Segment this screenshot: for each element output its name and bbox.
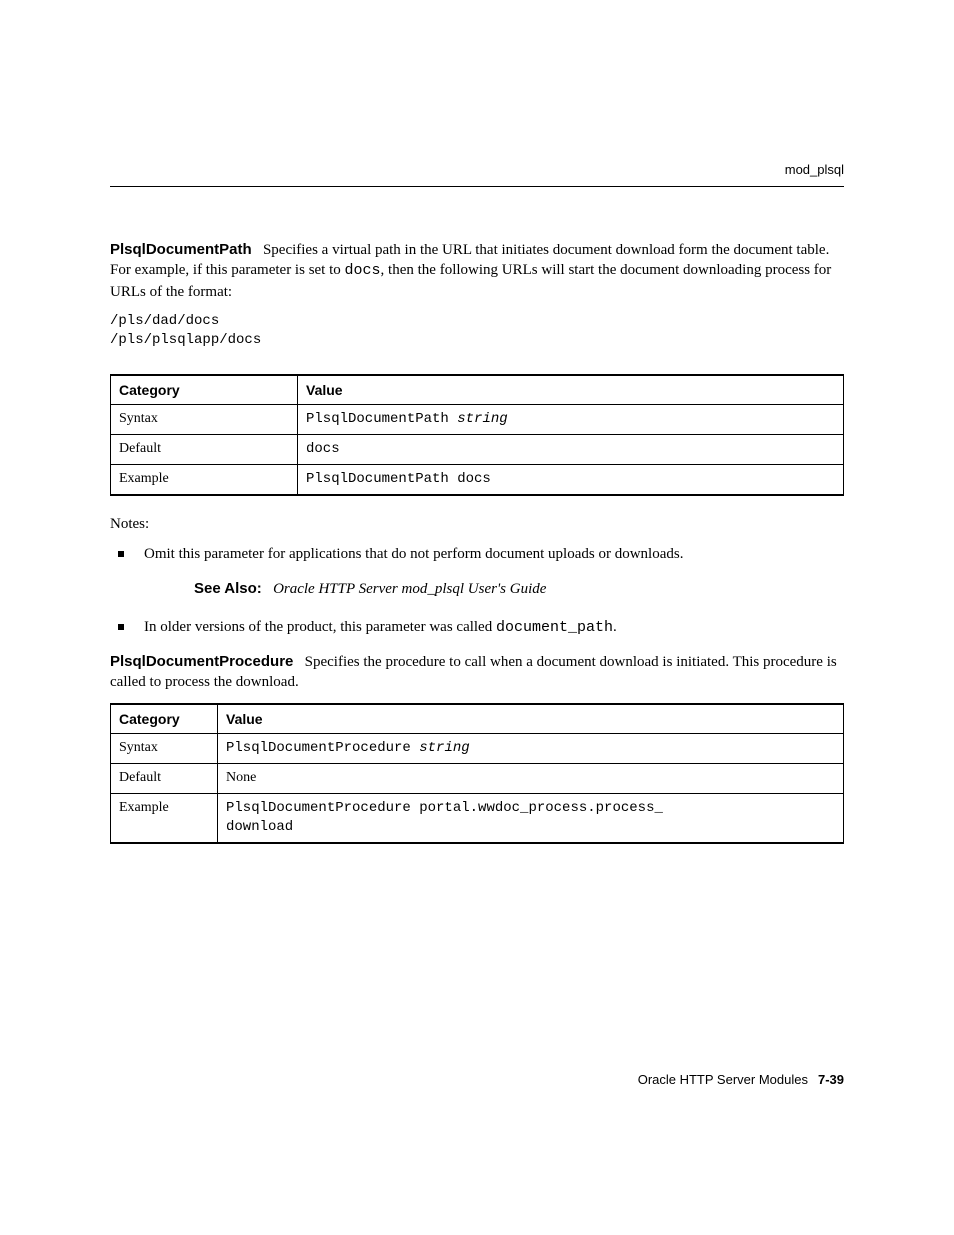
cell-value: None: [218, 764, 844, 794]
header-rule: [110, 186, 844, 187]
cell-category: Example: [111, 465, 298, 495]
section1-intro: PlsqlDocumentPath Specifies a virtual pa…: [110, 240, 844, 302]
table-row: Default docs: [111, 435, 844, 465]
cell-value-italic: string: [457, 411, 507, 427]
table-row: Example PlsqlDocumentPath docs: [111, 465, 844, 495]
cell-value: PlsqlDocumentProcedure portal.wwdoc_proc…: [218, 794, 844, 843]
cell-value-mono: PlsqlDocumentProcedure: [226, 740, 419, 756]
see-also: See Also: Oracle HTTP Server mod_plsql U…: [194, 579, 844, 599]
table-row: Default None: [111, 764, 844, 794]
cell-category: Syntax: [111, 734, 218, 764]
table-row: Syntax PlsqlDocumentPath string: [111, 405, 844, 435]
bullet1-text: Omit this parameter for applications tha…: [144, 546, 683, 562]
cell-value: PlsqlDocumentPath string: [298, 405, 844, 435]
cell-category: Default: [111, 435, 298, 465]
section2-table: Category Value Syntax PlsqlDocumentProce…: [110, 703, 844, 844]
table-header-category: Category: [111, 375, 298, 405]
table-header-value: Value: [218, 704, 844, 734]
section1-heading: PlsqlDocumentPath: [110, 241, 252, 258]
page-number: 7-39: [818, 1072, 844, 1087]
bullet2-mono: document_path: [496, 619, 613, 636]
cell-value-mono: PlsqlDocumentPath docs: [306, 471, 491, 487]
cell-value-mono: PlsqlDocumentProcedure portal.wwdoc_proc…: [226, 800, 663, 835]
section1-intro-mono: docs: [345, 262, 381, 279]
footer-text: Oracle HTTP Server Modules: [638, 1072, 808, 1087]
cell-category: Syntax: [111, 405, 298, 435]
cell-value: docs: [298, 435, 844, 465]
table-header-value: Value: [298, 375, 844, 405]
cell-value-mono: docs: [306, 441, 340, 457]
section2-heading: PlsqlDocumentProcedure: [110, 653, 293, 670]
section2-intro: PlsqlDocumentProcedure Specifies the pro…: [110, 652, 844, 693]
table-row: Syntax PlsqlDocumentProcedure string: [111, 734, 844, 764]
page-footer: Oracle HTTP Server Modules 7-39: [638, 1072, 844, 1087]
page-content: PlsqlDocumentPath Specifies a virtual pa…: [110, 240, 844, 844]
see-also-text: Oracle HTTP Server mod_plsql User's Guid…: [273, 581, 546, 597]
list-item: In older versions of the product, this p…: [110, 617, 844, 638]
running-header: mod_plsql: [785, 162, 844, 177]
cell-category: Default: [111, 764, 218, 794]
notes-label: Notes:: [110, 514, 844, 534]
list-item: Omit this parameter for applications tha…: [110, 544, 844, 599]
cell-category: Example: [111, 794, 218, 843]
cell-value: PlsqlDocumentProcedure string: [218, 734, 844, 764]
cell-value-italic: string: [419, 740, 469, 756]
bullet2-before: In older versions of the product, this p…: [144, 619, 496, 635]
table-row: Example PlsqlDocumentProcedure portal.ww…: [111, 794, 844, 843]
cell-value-mono: PlsqlDocumentPath: [306, 411, 457, 427]
bullet2-after: .: [613, 619, 617, 635]
table-header-category: Category: [111, 704, 218, 734]
cell-value: PlsqlDocumentPath docs: [298, 465, 844, 495]
section1-table: Category Value Syntax PlsqlDocumentPath …: [110, 374, 844, 497]
see-also-label: See Also:: [194, 580, 262, 597]
notes-list: Omit this parameter for applications tha…: [110, 544, 844, 638]
section1-code-block: /pls/dad/docs /pls/plsqlapp/docs: [110, 312, 844, 350]
